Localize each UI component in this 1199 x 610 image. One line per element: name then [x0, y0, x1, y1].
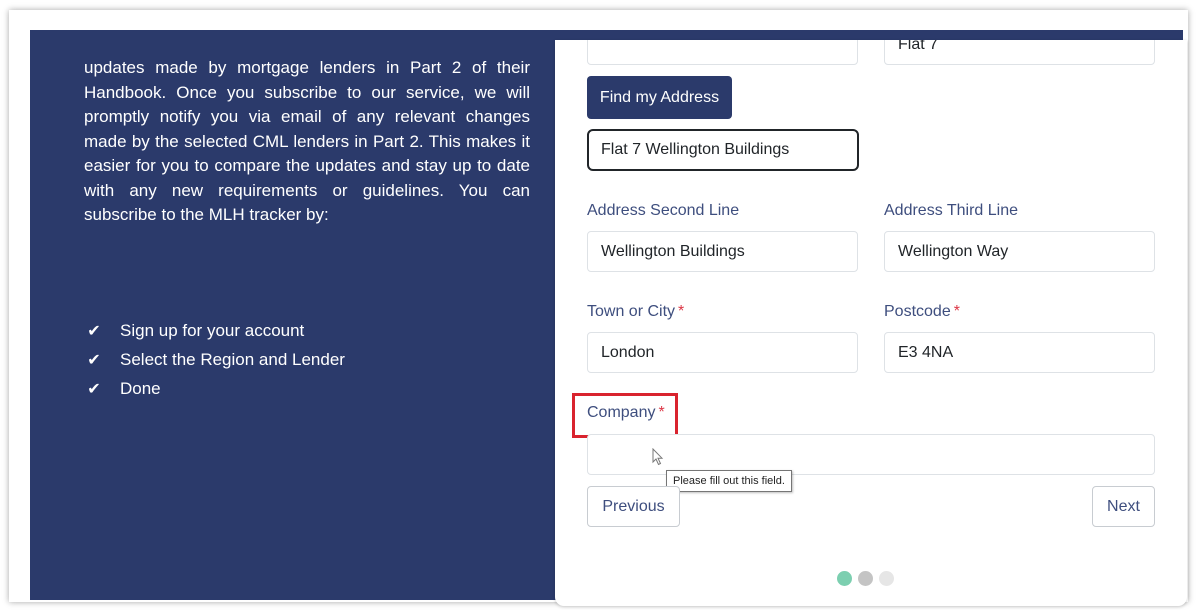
check-icon: ✔ — [87, 380, 101, 398]
address-search-field[interactable] — [587, 40, 858, 65]
required-marker: * — [678, 303, 685, 320]
check-icon: ✔ — [87, 351, 101, 369]
address-second-line-label: Address Second Line — [587, 202, 740, 219]
list-item: ✔ Done — [84, 374, 345, 403]
address-third-line-label: Address Third Line — [884, 202, 1018, 219]
postcode-value: E3 4NA — [898, 343, 954, 361]
validation-tooltip: Please fill out this field. — [666, 470, 792, 492]
next-button[interactable]: Next — [1092, 486, 1155, 527]
info-description: updates made by mortgage lenders in Part… — [84, 58, 530, 224]
town-label-text: Town or City — [587, 303, 676, 320]
subscription-panel: updates made by mortgage lenders in Part… — [30, 30, 1187, 606]
flat-number-value: Flat 7 — [898, 40, 939, 53]
pagination-dot[interactable] — [879, 571, 894, 586]
list-item: ✔ Select the Region and Lender — [84, 345, 345, 374]
address-second-line-value: Wellington Buildings — [601, 242, 745, 260]
registration-form-card: Flat 7 Find my Address Flat 7 Wellington… — [555, 40, 1187, 606]
company-field[interactable] — [587, 434, 1155, 475]
postcode-label: Postcode * — [884, 303, 960, 321]
town-value: London — [601, 343, 655, 361]
step-label: Done — [120, 378, 161, 398]
mouse-pointer-icon — [652, 448, 664, 466]
address-third-line-value: Wellington Way — [898, 242, 1009, 260]
company-highlight-box — [572, 393, 678, 438]
pagination-dots — [837, 571, 894, 586]
check-icon: ✔ — [87, 322, 101, 340]
address-second-line-field[interactable]: Wellington Buildings — [587, 231, 858, 272]
town-field[interactable]: London — [587, 332, 858, 373]
postcode-field[interactable]: E3 4NA — [884, 332, 1155, 373]
flat-number-field[interactable]: Flat 7 — [884, 40, 1155, 65]
step-label: Sign up for your account — [120, 320, 305, 340]
required-marker: * — [953, 303, 960, 320]
postcode-label-text: Postcode — [884, 303, 951, 320]
steps-list: ✔ Sign up for your account ✔ Select the … — [84, 316, 345, 403]
pagination-dot-active[interactable] — [837, 571, 852, 586]
find-address-button[interactable]: Find my Address — [587, 76, 732, 119]
pagination-dot[interactable] — [858, 571, 873, 586]
address-first-line-value: Flat 7 Wellington Buildings — [601, 141, 790, 158]
previous-button[interactable]: Previous — [587, 486, 680, 527]
town-label: Town or City * — [587, 303, 684, 321]
list-item: ✔ Sign up for your account — [84, 316, 345, 345]
address-first-line-field[interactable]: Flat 7 Wellington Buildings — [587, 129, 859, 171]
address-third-line-field[interactable]: Wellington Way — [884, 231, 1155, 272]
step-label: Select the Region and Lender — [120, 349, 345, 369]
